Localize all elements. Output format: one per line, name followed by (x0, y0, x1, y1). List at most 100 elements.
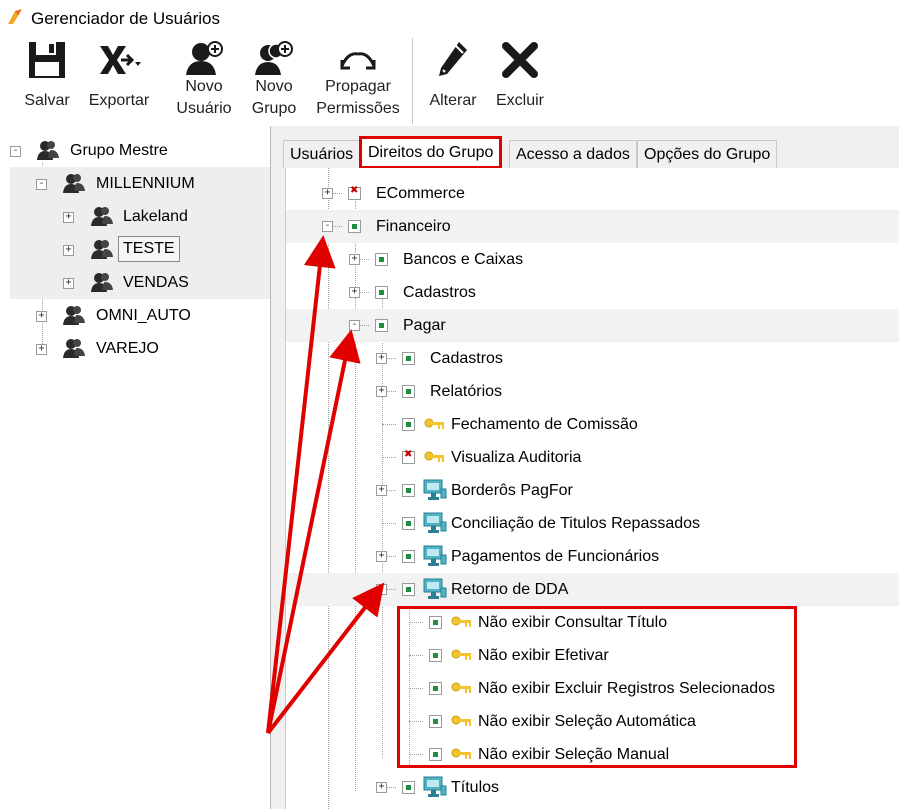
expand-toggle[interactable]: + (376, 782, 387, 793)
tree-node-label: MILLENNIUM (96, 175, 195, 192)
tab-direitos-do-grupo[interactable]: Direitos do Grupo (359, 136, 503, 169)
delete-button[interactable]: Excluir (490, 36, 550, 126)
export-button[interactable]: Exportar (82, 36, 156, 126)
tab-acesso-a-dados[interactable]: Acesso a dados (509, 140, 637, 168)
propagate-permissions-button[interactable]: Propagar Permissões (312, 36, 404, 126)
key-icon (424, 418, 444, 429)
permission-row[interactable]: Fechamento de Comissão (286, 408, 899, 441)
expand-toggle[interactable]: + (376, 386, 387, 397)
permission-row[interactable]: Não exibir Consultar Título (286, 606, 899, 639)
permission-checkbox[interactable] (402, 418, 415, 431)
propagate-label-line1: Propagar (325, 78, 391, 95)
tree-node-millennium[interactable]: - MILLENNIUM (10, 167, 270, 200)
permission-checkbox[interactable] (375, 286, 388, 299)
export-arrow-icon (100, 46, 141, 74)
permission-row[interactable]: + Títulos (286, 771, 899, 804)
new-group-button[interactable]: Novo Grupo (245, 36, 303, 126)
permission-label: Cadastros (430, 350, 503, 367)
permission-row[interactable]: + Cadastros (286, 342, 899, 375)
permission-checkbox[interactable] (375, 319, 388, 332)
monitor-icon (423, 512, 447, 533)
expand-toggle[interactable]: + (322, 188, 333, 199)
permission-checkbox[interactable] (402, 385, 415, 398)
expand-toggle[interactable]: + (36, 311, 47, 322)
permission-label: Não exibir Consultar Título (478, 614, 668, 631)
permission-label: Pagar (403, 317, 446, 334)
tree-node-vendas[interactable]: + VENDAS (10, 266, 270, 299)
toolbar: Salvar Exportar Novo Usuário Novo Grupo (0, 36, 899, 127)
permission-row[interactable]: Visualiza Auditoria (286, 441, 899, 474)
permission-row[interactable]: + Borderôs PagFor (286, 474, 899, 507)
permission-tree[interactable]: + ECommerce - Financeiro + Bancos e Caixas + Ca… (285, 168, 899, 809)
permission-checkbox[interactable] (402, 517, 415, 530)
expand-toggle[interactable]: + (349, 254, 360, 265)
permission-checkbox[interactable] (402, 449, 415, 464)
expand-toggle[interactable]: + (63, 245, 74, 256)
collapse-toggle[interactable]: - (10, 146, 21, 157)
permission-checkbox[interactable] (402, 781, 415, 794)
permission-row[interactable]: + Relatórios (286, 375, 899, 408)
save-button[interactable]: Salvar (18, 36, 76, 126)
key-icon (451, 682, 471, 693)
permission-label: Relatórios (430, 383, 503, 400)
tab-usuarios[interactable]: Usuários (283, 140, 361, 168)
tab-opcoes-do-grupo[interactable]: Opções do Grupo (637, 140, 778, 168)
collapse-toggle[interactable]: - (36, 179, 47, 190)
permission-checkbox[interactable] (348, 220, 361, 233)
permission-label: Fechamento de Comissão (451, 416, 638, 433)
group-icon (63, 174, 85, 193)
expand-toggle[interactable]: + (376, 353, 387, 364)
permission-row[interactable]: Não exibir Efetivar (286, 639, 899, 672)
group-tree-panel[interactable]: - Grupo Mestre - MILLENNIUM + Lakeland +… (0, 126, 271, 809)
new-user-button[interactable]: Novo Usuário (172, 36, 236, 126)
expand-toggle[interactable]: + (349, 287, 360, 298)
expand-toggle[interactable]: + (36, 344, 47, 355)
permission-label: Pagamentos de Funcionários (451, 548, 660, 565)
expand-toggle[interactable]: + (376, 551, 387, 562)
permission-row[interactable]: - Financeiro (286, 210, 899, 243)
permission-checkbox[interactable] (348, 185, 361, 200)
permission-row[interactable]: + Pagamentos de Funcionários (286, 540, 899, 573)
permission-row[interactable]: Não exibir Seleção Automática (286, 705, 899, 738)
permission-row[interactable]: - Pagar (286, 309, 899, 342)
collapse-toggle[interactable]: - (376, 584, 387, 595)
edit-label: Alterar (429, 92, 477, 109)
permission-label: Cadastros (403, 284, 476, 301)
permission-checkbox[interactable] (402, 583, 415, 596)
edit-button[interactable]: Alterar (424, 36, 482, 126)
floppy-disk-icon (29, 42, 65, 78)
tree-node-omni-auto[interactable]: + OMNI_AUTO (0, 299, 270, 332)
permission-checkbox[interactable] (429, 748, 442, 761)
permission-checkbox[interactable] (429, 616, 442, 629)
app-logo-icon (8, 9, 22, 24)
permission-checkbox[interactable] (402, 550, 415, 563)
permission-row[interactable]: - Retorno de DDA (286, 573, 899, 606)
permission-checkbox[interactable] (375, 253, 388, 266)
tree-node-lakeland[interactable]: + Lakeland (10, 200, 270, 233)
permission-checkbox[interactable] (429, 649, 442, 662)
permission-row[interactable]: + ECommerce (286, 177, 899, 210)
toolbar-separator (412, 38, 413, 124)
permission-checkbox[interactable] (429, 682, 442, 695)
permission-checkbox[interactable] (429, 715, 442, 728)
expand-toggle[interactable]: + (376, 485, 387, 496)
expand-toggle[interactable]: + (63, 212, 74, 223)
permission-checkbox[interactable] (402, 352, 415, 365)
permission-label: Visualiza Auditoria (451, 449, 582, 466)
new-user-icon (186, 41, 223, 75)
collapse-toggle[interactable]: - (322, 221, 333, 232)
permission-checkbox[interactable] (402, 484, 415, 497)
tree-node-teste[interactable]: + TESTE (10, 233, 270, 266)
permission-row[interactable]: Não exibir Seleção Manual (286, 738, 899, 771)
tree-node-varejo[interactable]: + VAREJO (0, 332, 270, 365)
collapse-toggle[interactable]: - (349, 320, 360, 331)
permission-row[interactable]: + Bancos e Caixas (286, 243, 899, 276)
permission-row[interactable]: Não exibir Excluir Registros Selecionado… (286, 672, 899, 705)
permission-label: Não exibir Excluir Registros Selecionado… (478, 680, 776, 697)
key-icon (451, 649, 471, 660)
expand-toggle[interactable]: + (63, 278, 74, 289)
tree-node-root[interactable]: - Grupo Mestre (0, 134, 270, 167)
group-icon (63, 339, 85, 358)
permission-row[interactable]: + Cadastros (286, 276, 899, 309)
permission-row[interactable]: Conciliação de Titulos Repassados (286, 507, 899, 540)
